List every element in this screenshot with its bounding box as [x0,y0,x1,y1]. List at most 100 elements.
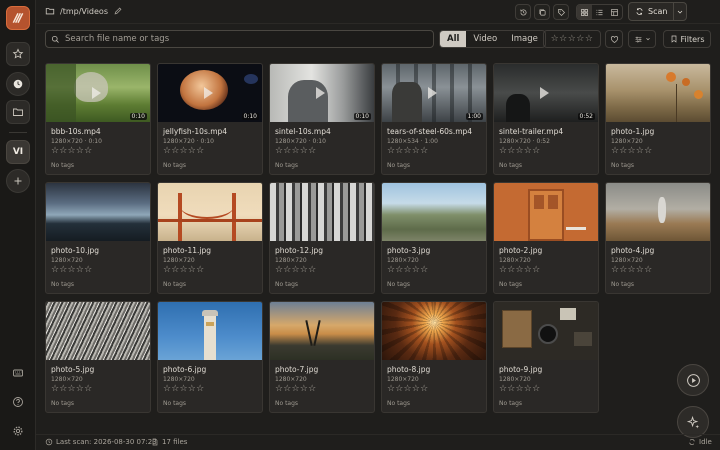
file-meta: 1280×720 [611,257,643,264]
file-meta: 1280×720 · 0:10 [275,138,326,145]
file-name: photo-5.jpg [51,365,95,374]
scan-button[interactable]: Scan [629,3,675,20]
rating-stars[interactable]: ☆☆☆☆☆ [275,146,316,156]
app-logo-button[interactable] [6,6,30,30]
list-icon [596,9,603,15]
list-view-button[interactable] [592,5,607,19]
file-tags: No tags [163,400,187,407]
thumbnail: 0:10 [158,64,262,122]
rating-stars[interactable]: ☆☆☆☆☆ [51,146,92,156]
duration-badge: 0:10 [129,113,147,120]
rating-stars[interactable]: ☆☆☆☆☆ [163,146,204,156]
favorites-button[interactable] [6,42,30,66]
duplicates-button[interactable] [534,4,550,20]
chevron-down-icon [645,38,650,41]
file-card[interactable]: 1:00 tears-of-steel-60s.mp4 1280×534 · 1… [381,63,487,175]
type-filter-all[interactable]: All [440,31,467,47]
rating-stars[interactable]: ☆☆☆☆☆ [51,384,92,394]
help-button[interactable] [6,390,30,414]
rating-stars[interactable]: ☆☆☆☆☆ [499,146,540,156]
file-card[interactable]: photo-9.jpg 1280×720 ☆☆☆☆☆ No tags [493,301,599,413]
settings-button[interactable] [6,419,30,443]
vault-videos-button[interactable]: VI [6,140,30,164]
scan-split-button: Scan [628,2,687,21]
breadcrumb: /tmp/Videos [45,6,123,16]
heart-icon [610,35,618,43]
file-card[interactable]: photo-7.jpg 1280×720 ☆☆☆☆☆ No tags [269,301,375,413]
file-name: photo-8.jpg [387,365,431,374]
scan-options-button[interactable] [674,8,686,16]
rating-stars[interactable]: ☆☆☆☆☆ [499,265,540,275]
thumbnail [382,183,486,241]
file-name: photo-12.jpg [275,246,324,255]
file-card[interactable]: photo-1.jpg 1280×720 ☆☆☆☆☆ No tags [605,63,711,175]
file-tags: No tags [51,400,75,407]
duration-badge: 1:00 [465,113,483,120]
keyboard-shortcuts-button[interactable] [6,361,30,385]
file-card[interactable]: photo-2.jpg 1280×720 ☆☆☆☆☆ No tags [493,182,599,294]
table-view-button[interactable] [607,5,622,19]
file-card[interactable]: photo-3.jpg 1280×720 ☆☆☆☆☆ No tags [381,182,487,294]
rating-stars[interactable]: ☆☆☆☆☆ [611,146,652,156]
file-card[interactable]: photo-4.jpg 1280×720 ☆☆☆☆☆ No tags [605,182,711,294]
file-card[interactable]: 0:52 sintel-trailer.mp4 1280×720 · 0:52 … [493,63,599,175]
sync-icon [689,439,695,445]
file-meta: 1280×720 · 0:10 [51,138,102,145]
rating-stars[interactable]: ☆☆☆☆☆ [51,265,92,275]
file-card[interactable]: 0:10 sintel-10s.mp4 1280×720 · 0:10 ☆☆☆☆… [269,63,375,175]
search-icon [51,35,59,43]
file-card[interactable]: photo-6.jpg 1280×720 ☆☆☆☆☆ No tags [157,301,263,413]
type-filter-image[interactable]: Image [504,31,545,47]
rating-stars[interactable]: ☆☆☆☆☆ [387,384,428,394]
add-vault-button[interactable] [6,169,30,193]
rating-stars[interactable]: ☆☆☆☆☆ [611,265,652,275]
play-icon [204,87,213,99]
play-icon [316,87,325,99]
bookmark-icon [671,35,676,43]
file-name: photo-1.jpg [611,127,655,136]
edit-path-icon[interactable] [113,6,123,16]
file-name: photo-11.jpg [163,246,212,255]
rating-stars[interactable]: ☆☆☆☆☆ [499,384,540,394]
file-card[interactable]: photo-11.jpg 1280×720 ☆☆☆☆☆ No tags [157,182,263,294]
duration-badge: 0:10 [353,113,371,120]
file-tags: No tags [611,281,635,288]
last-scan-text: Last scan: 2026-08-30 07:23 [56,438,157,446]
file-tags: No tags [275,400,299,407]
file-card[interactable]: photo-8.jpg 1280×720 ☆☆☆☆☆ No tags [381,301,487,413]
file-tags: No tags [387,162,411,169]
tags-button[interactable] [553,4,569,20]
file-name: photo-4.jpg [611,246,655,255]
recent-button[interactable] [6,72,30,96]
history-button[interactable] [515,4,531,20]
filters-button[interactable]: Filters [663,30,711,48]
search-input[interactable] [65,34,425,44]
file-meta: 1280×720 [499,257,531,264]
rating-stars[interactable]: ☆☆☆☆☆ [387,146,428,156]
open-folder-button[interactable] [6,100,30,124]
slideshow-button[interactable] [677,364,709,396]
clock-icon [13,79,23,89]
favorites-filter-button[interactable] [605,30,623,48]
sort-options-button[interactable] [628,30,656,48]
file-icon [152,438,158,446]
thumbnail: 0:10 [46,64,150,122]
thumbnail [158,183,262,241]
thumbnail: 0:52 [494,64,598,122]
rating-filter[interactable]: ☆☆☆☆☆ [543,30,601,48]
file-card[interactable]: photo-10.jpg 1280×720 ☆☆☆☆☆ No tags [45,182,151,294]
grid-view-button[interactable] [577,5,592,19]
file-tags: No tags [499,281,523,288]
file-count-status: 17 files [151,438,187,446]
rating-stars[interactable]: ☆☆☆☆☆ [275,265,316,275]
type-filter-video[interactable]: Video [466,31,504,47]
grid-icon [581,8,588,16]
rating-stars[interactable]: ☆☆☆☆☆ [387,265,428,275]
file-card[interactable]: 0:10 jellyfish-10s.mp4 1280×720 · 0:10 ☆… [157,63,263,175]
rating-stars[interactable]: ☆☆☆☆☆ [163,384,204,394]
rating-stars[interactable]: ☆☆☆☆☆ [275,384,316,394]
file-card[interactable]: photo-5.jpg 1280×720 ☆☆☆☆☆ No tags [45,301,151,413]
file-card[interactable]: photo-12.jpg 1280×720 ☆☆☆☆☆ No tags [269,182,375,294]
file-card[interactable]: 0:10 bbb-10s.mp4 1280×720 · 0:10 ☆☆☆☆☆ N… [45,63,151,175]
rating-stars[interactable]: ☆☆☆☆☆ [163,265,204,275]
